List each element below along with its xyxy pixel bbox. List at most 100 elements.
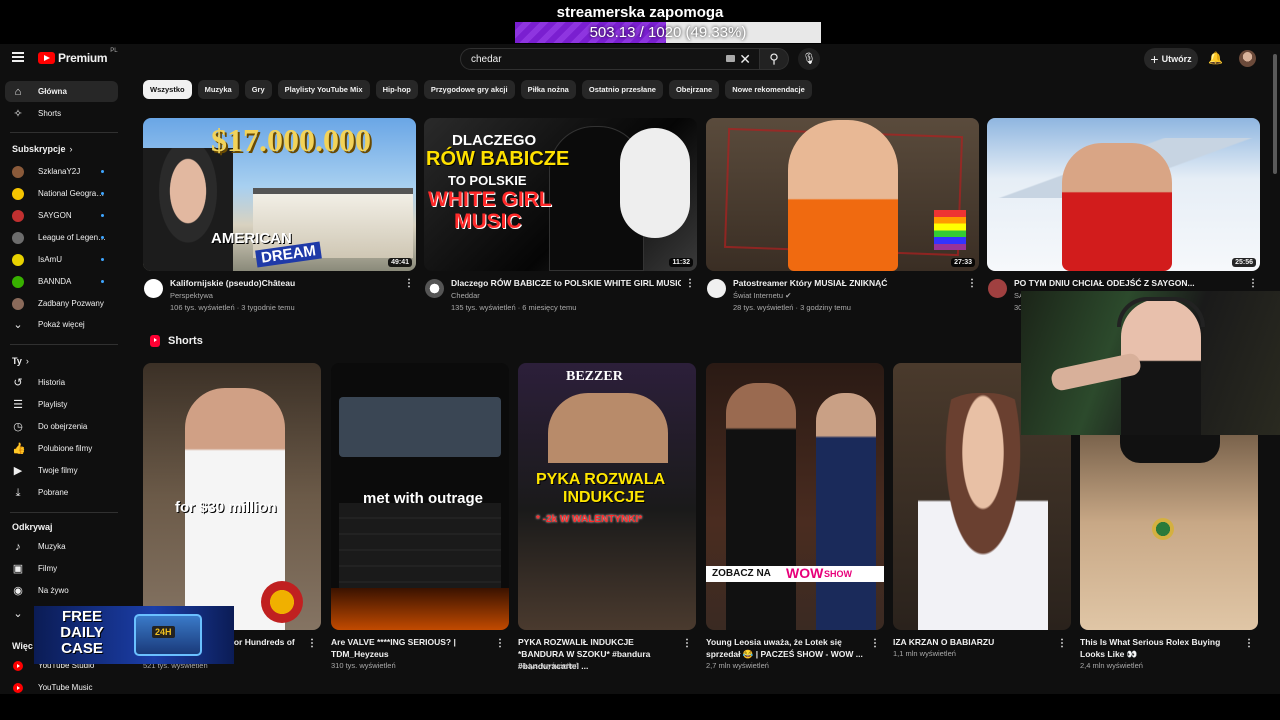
channel-avatar[interactable] (425, 279, 444, 298)
clear-search-icon[interactable]: ✕ (739, 51, 751, 68)
sidebar-item-na-ywo[interactable]: ◉ Na żywo (5, 580, 118, 601)
channel-avatar[interactable] (707, 279, 726, 298)
create-button[interactable]: + Utwórz (1144, 48, 1198, 70)
short-card[interactable]: BEZZER PYKA ROZWALA INDUKCJE * -2k W WAL… (518, 363, 696, 671)
thumbnail-text: DLACZEGO (452, 132, 537, 149)
channel-name[interactable]: Perspektywa (170, 291, 213, 300)
short-card[interactable]: ZOBACZ NA WOW SHOW Young Leosia uważa, ż… (706, 363, 884, 670)
video-duration: 25:56 (1232, 258, 1256, 267)
video-title[interactable]: PO TYM DNIU CHCIAŁ ODEJŚĆ Z SAYGON... (1014, 278, 1244, 288)
short-card[interactable]: for $30 million for Hundreds of 521 tys.… (143, 363, 321, 670)
sidebar-item-shorts[interactable]: ✧ Shorts (5, 103, 118, 124)
notifications-bell-icon[interactable]: 🔔 (1208, 51, 1223, 65)
video-thumbnail[interactable]: $17.000.000 AMERICAN DREAM 49:41 (143, 118, 416, 271)
short-thumbnail[interactable]: BEZZER PYKA ROZWALA INDUKCJE * -2k W WAL… (518, 363, 696, 630)
new-content-dot (101, 170, 104, 173)
channel-avatar[interactable] (988, 279, 1007, 298)
video-card[interactable]: DLACZEGO RÓW BABICZE TO POLSKIE WHITE GI… (424, 118, 697, 312)
channel-name[interactable]: Cheddar (451, 291, 480, 300)
video-card[interactable]: 25:56 PO TYM DNIU CHCIAŁ ODEJŚĆ Z SAYGON… (987, 118, 1260, 312)
you-heading[interactable]: Ty › (12, 356, 29, 366)
search-button[interactable]: ⚲ (759, 48, 789, 70)
filter-chip[interactable]: Hip-hop (375, 80, 418, 99)
video-stats: 135 tys. wyświetleń · 6 miesięcy temu (451, 303, 577, 312)
video-thumbnail[interactable]: DLACZEGO RÓW BABICZE TO POLSKIE WHITE GI… (424, 118, 697, 271)
video-title[interactable]: Patostreamer Który MUSIAŁ ZNIKNĄĆ (733, 278, 963, 288)
more-options-icon[interactable]: ⋮ (307, 638, 317, 649)
woman-figure (816, 393, 876, 630)
filter-chip[interactable]: Piłka nożna (520, 80, 576, 99)
divider (10, 344, 118, 345)
filter-chip[interactable]: Playlisty YouTube Mix (277, 80, 370, 99)
more-options-icon[interactable]: ⋮ (685, 279, 695, 289)
video-thumbnail[interactable]: 27:33 (706, 118, 979, 271)
filter-chip[interactable]: Nowe rekomendacje (725, 80, 812, 99)
filter-chip[interactable]: Przygodowe gry akcji (423, 80, 515, 99)
youtube-premium-logo[interactable]: Premium PL (38, 48, 118, 65)
sidebar-item-playlisty[interactable]: ☰ Playlisty (5, 394, 118, 415)
sidebar-subscription-item[interactable]: National Geogra… (5, 183, 118, 204)
channel-name[interactable]: Świat Internetu ✔ (733, 291, 791, 300)
more-options-icon[interactable]: ⋮ (967, 279, 977, 289)
more-options-icon[interactable]: ⋮ (682, 638, 692, 649)
account-avatar[interactable] (1239, 50, 1256, 67)
short-thumbnail[interactable]: for $30 million (143, 363, 321, 630)
short-title[interactable]: This Is What Serious Rolex Buying Looks … (1080, 636, 1240, 660)
short-title[interactable]: Young Leosia uważa, że Lotek się sprzeda… (706, 636, 866, 660)
video-thumbnail[interactable]: 25:56 (987, 118, 1260, 271)
free-daily-case-promo[interactable]: FREE DAILY CASE 24H (34, 606, 234, 664)
sidebar-item-historia[interactable]: ↺ Historia (5, 372, 118, 393)
filter-chip[interactable]: Ostatnio przesłane (581, 80, 663, 99)
short-title[interactable]: IZA KRZAN O BABIARZU (893, 636, 1053, 648)
filter-chip[interactable]: Wszystko (143, 80, 192, 99)
show-more-button[interactable]: ⌄ Pokaż więcej (5, 314, 118, 335)
sidebar-item-pobrane[interactable]: ⤓ Pobrane (5, 482, 118, 503)
create-label: Utwórz (1161, 54, 1192, 64)
video-title[interactable]: Dlaczego RÓW BABICZE to POLSKIE WHITE GI… (451, 278, 681, 288)
short-thumbnail[interactable]: met with outrage (331, 363, 509, 630)
video-card[interactable]: 27:33 Patostreamer Który MUSIAŁ ZNIKNĄĆ … (706, 118, 979, 312)
sidebar-item-filmy[interactable]: ▣ Filmy (5, 558, 118, 579)
donation-progress-bar: 503.13 / 1020 (49.33%) (515, 22, 821, 43)
short-card[interactable]: met with outrage Are VALVE ****ING SERIO… (331, 363, 509, 670)
short-title[interactable]: Are VALVE ****ING SERIOUS? | TDM_Heyzeus (331, 636, 491, 660)
voice-search-button[interactable]: 🎙 (798, 48, 820, 70)
channel-avatar (12, 187, 24, 200)
sidebar-item-do-obejrzenia[interactable]: ◷ Do obejrzenia (5, 416, 118, 437)
more-options-icon[interactable]: ⋮ (404, 279, 414, 289)
sidebar-item-twoje-filmy[interactable]: ▶ Twoje filmy (5, 460, 118, 481)
sidebar-item-label: YouTube Music (38, 683, 93, 692)
rainbow-flag (934, 210, 966, 250)
more-options-icon[interactable]: ⋮ (870, 638, 880, 649)
sidebar-subscription-item[interactable]: SzklanaY2J (5, 161, 118, 182)
sidebar-item-muzyka[interactable]: ♪ Muzyka (5, 536, 118, 557)
sidebar-item-label: SzklanaY2J (38, 167, 81, 176)
sidebar-item-polubione-filmy[interactable]: 👍 Polubione filmy (5, 438, 118, 459)
short-overlay-text: ZOBACZ NA (712, 568, 771, 579)
sidebar-subscription-item[interactable]: BANNDA (5, 271, 118, 292)
video-title[interactable]: Kalifornijskie (pseudo)Château (170, 278, 400, 288)
more-options-icon[interactable]: ⋮ (495, 638, 505, 649)
short-thumbnail[interactable]: ZOBACZ NA WOW SHOW (706, 363, 884, 630)
keyboard-icon[interactable] (726, 55, 735, 62)
sidebar-subscription-item[interactable]: IsAmU (5, 249, 118, 270)
short-stats: 2,4 mln wyświetleń (1080, 661, 1143, 670)
more-options-icon[interactable]: ⋮ (1057, 638, 1067, 649)
youtube-music-icon (13, 682, 23, 693)
sidebar-subscription-item[interactable]: League of Legen… (5, 227, 118, 248)
sidebar-subscription-item[interactable]: SAYGON (5, 205, 118, 226)
filter-chip[interactable]: Gry (244, 80, 272, 99)
subscriptions-heading[interactable]: Subskrypcje › (12, 144, 73, 154)
short-stats: 2,7 mln wyświetleń (706, 661, 769, 670)
filter-chip[interactable]: Muzyka (197, 80, 239, 99)
video-card[interactable]: $17.000.000 AMERICAN DREAM 49:41 Kalifor… (143, 118, 416, 312)
sidebar-item-home[interactable]: ⌂ Główna (5, 81, 118, 102)
short-overlay-text: * -2k W WALENTYNKI* (536, 514, 643, 525)
more-options-icon[interactable]: ⋮ (1244, 638, 1254, 649)
channel-avatar[interactable] (144, 279, 163, 298)
filter-chip[interactable]: Obejrzane (668, 80, 720, 99)
search-input[interactable]: chedar ✕ (460, 48, 760, 70)
menu-icon[interactable] (12, 52, 24, 62)
more-options-icon[interactable]: ⋮ (1248, 279, 1258, 289)
sidebar-subscription-item[interactable]: Zadbany Pozwany (5, 293, 118, 314)
